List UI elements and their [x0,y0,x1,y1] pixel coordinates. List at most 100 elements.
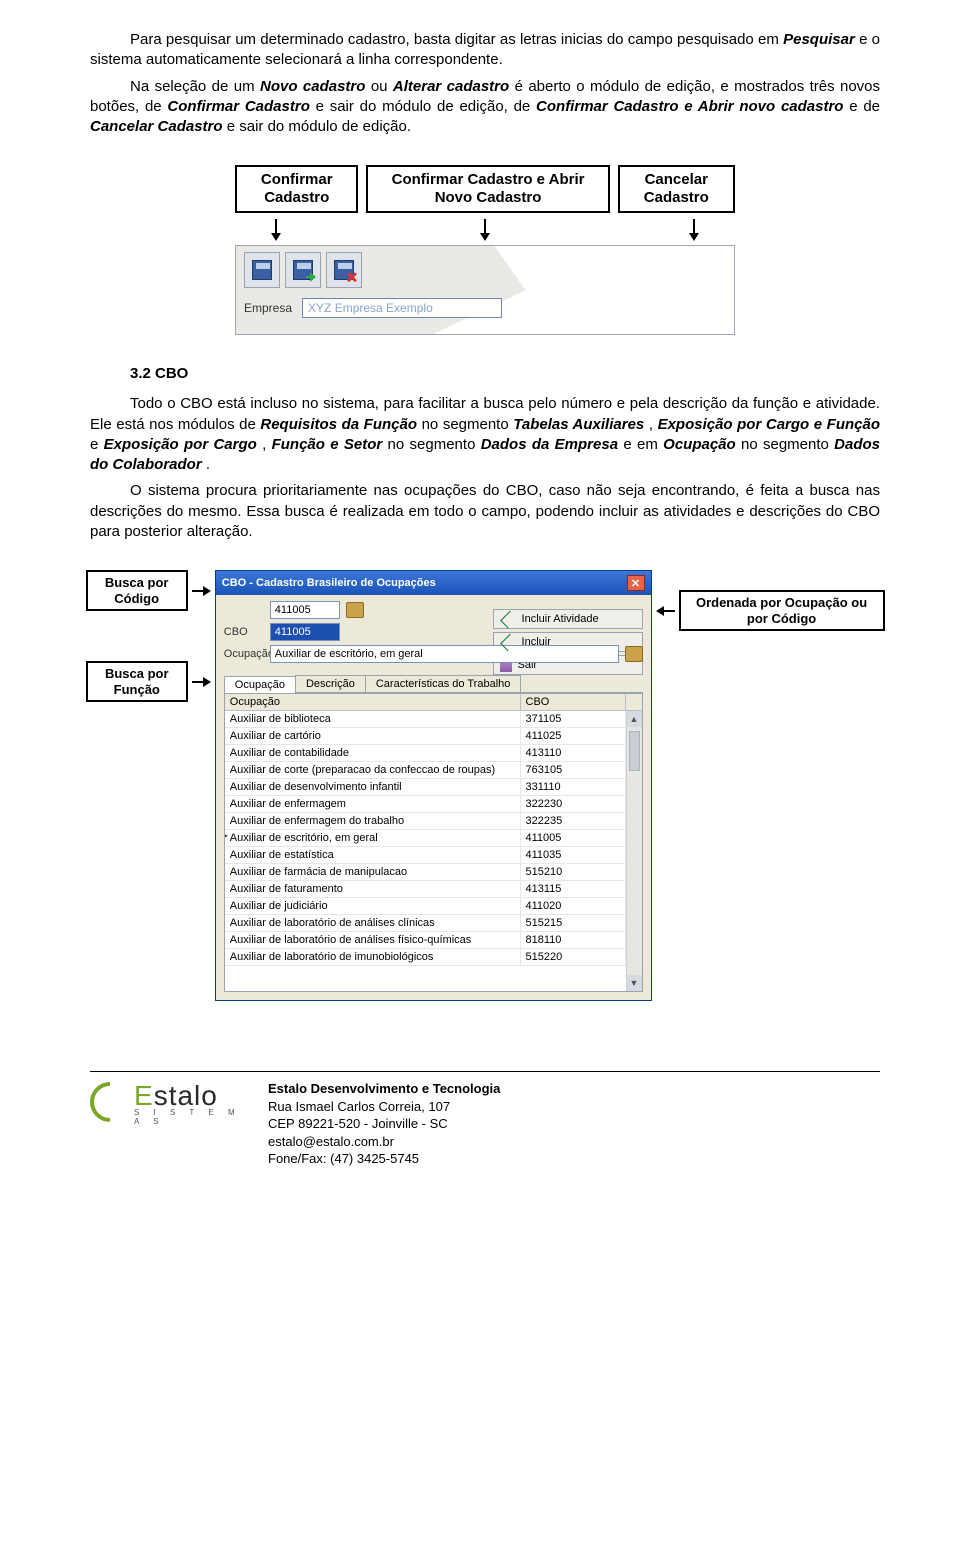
cell-ocupacao: Auxiliar de cartório [225,728,521,744]
arrow-left-icon [658,610,675,612]
cell-cbo: 371105 [521,711,626,727]
column-header-ocupacao[interactable]: Ocupação [225,694,521,710]
column-header-cbo[interactable]: CBO [521,694,626,710]
arrow-right-icon [192,590,209,592]
cell-ocupacao: Auxiliar de laboratório de análises clín… [225,915,521,931]
text: e [90,436,104,453]
paragraph-1: Para pesquisar um determinado cadastro, … [90,30,880,71]
floppy-arrow-icon [293,260,313,280]
tab-caracteristicas[interactable]: Características do Trabalho [365,675,522,692]
empresa-input[interactable] [302,298,502,318]
confirm-save-button[interactable] [244,252,280,288]
term-pesquisar: Pesquisar [783,31,855,48]
cell-ocupacao: Auxiliar de biblioteca [225,711,521,727]
text: . [206,456,210,473]
cell-ocupacao: Auxiliar de enfermagem [225,796,521,812]
term-requisitos-funcao: Requisitos da Função [260,416,417,433]
cell-ocupacao: Auxiliar de estatística [225,847,521,863]
text: ou [371,78,393,95]
logo-subtitle: S I S T E M A S [134,1108,250,1126]
cell-ocupacao: Auxiliar de corte (preparacao da confecc… [225,762,521,778]
cell-cbo: 411035 [521,847,626,863]
cell-cbo: 322235 [521,813,626,829]
text: no segmento [388,436,481,453]
search-code-input[interactable] [270,601,340,619]
figure-cbo-window: Busca por Código Busca por Função CBO - … [90,570,880,1001]
text: no segmento [741,436,834,453]
binoculars-icon[interactable] [625,646,643,662]
tab-ocupacao[interactable]: Ocupação [224,676,296,693]
label-ocupacao: Ocupação [224,648,264,660]
table-row[interactable]: Auxiliar de faturamento413115 [225,881,642,898]
cell-ocupacao: Auxiliar de desenvolvimento infantil [225,779,521,795]
close-button[interactable]: ✕ [627,575,645,591]
field-label-empresa: Empresa [244,301,292,315]
cell-cbo: 515210 [521,864,626,880]
table-row[interactable]: Auxiliar de escritório, em geral411005 [225,830,642,847]
toolbar-illustration: Empresa [235,245,735,335]
footer-address2: CEP 89221-520 - Joinville - SC [268,1115,500,1133]
table-row[interactable]: Auxiliar de enfermagem do trabalho322235 [225,813,642,830]
term-confirmar-abrir-novo: Confirmar Cadastro e Abrir novo cadastro [536,98,843,115]
table-row[interactable]: Auxiliar de corte (preparacao da confecc… [225,762,642,779]
tab-descricao[interactable]: Descrição [295,675,366,692]
footer-email: estalo@estalo.com.br [268,1133,500,1151]
binoculars-icon[interactable] [346,602,364,618]
cell-cbo: 818110 [521,932,626,948]
footer-company: Estalo Desenvolvimento e Tecnologia [268,1080,500,1098]
text: no segmento [422,416,514,433]
table-row[interactable]: Auxiliar de desenvolvimento infantil3311… [225,779,642,796]
confirm-save-new-button[interactable] [285,252,321,288]
term-alterar-cadastro: Alterar cadastro [393,78,509,95]
cell-ocupacao: Auxiliar de judiciário [225,898,521,914]
window-titlebar: CBO - Cadastro Brasileiro de Ocupações ✕ [216,571,651,595]
footer-phone: Fone/Fax: (47) 3425-5745 [268,1150,500,1168]
cbo-window: CBO - Cadastro Brasileiro de Ocupações ✕… [215,570,652,1001]
cbo-code-input[interactable] [270,623,340,641]
text: , [649,416,658,433]
estalo-logo: Estalo S I S T E M A S [90,1080,250,1135]
term-funcao-setor: Função e Setor [272,436,383,453]
table-row[interactable]: Auxiliar de laboratório de análises clín… [225,915,642,932]
scroll-up-icon[interactable]: ▲ [627,711,642,727]
callout-confirmar-cadastro: Confirmar Cadastro [235,165,358,213]
label-cbo: CBO [224,626,264,638]
cancel-button[interactable] [326,252,362,288]
incluir-atividade-button[interactable]: Incluir Atividade [493,609,643,629]
scroll-down-icon[interactable]: ▼ [627,975,642,991]
arrow-down-icon [693,219,695,239]
footer-divider [90,1071,880,1072]
cell-ocupacao: Auxiliar de laboratório de imunobiológic… [225,949,521,965]
table-row[interactable]: Auxiliar de cartório411025 [225,728,642,745]
table-row[interactable]: Auxiliar de farmácia de manipulacao51521… [225,864,642,881]
occupation-grid: Ocupação CBO Auxiliar de biblioteca37110… [224,693,643,992]
term-exp-cargo: Exposição por Cargo [104,436,257,453]
cell-cbo: 763105 [521,762,626,778]
cell-cbo: 411025 [521,728,626,744]
text: e sair do módulo de edição. [227,118,411,135]
scroll-thumb[interactable] [629,731,640,771]
page-footer: Estalo S I S T E M A S Estalo Desenvolvi… [90,1080,880,1168]
table-row[interactable]: Auxiliar de enfermagem322230 [225,796,642,813]
cell-ocupacao: Auxiliar de escritório, em geral [225,830,521,846]
term-dados-empresa: Dados da Empresa [481,436,618,453]
vertical-scrollbar[interactable]: ▲ ▼ [626,711,642,991]
table-row[interactable]: Auxiliar de estatística411035 [225,847,642,864]
cell-cbo: 413110 [521,745,626,761]
ocupacao-input[interactable] [270,645,619,663]
cell-cbo: 331110 [521,779,626,795]
cell-cbo: 322230 [521,796,626,812]
table-row[interactable]: Auxiliar de laboratório de análises físi… [225,932,642,949]
table-row[interactable]: Auxiliar de biblioteca371105 [225,711,642,728]
callout-busca-funcao: Busca por Função [86,661,189,702]
section-heading-cbo: 3.2 CBO [130,365,880,382]
cell-cbo: 411005 [521,830,626,846]
text: , [262,436,271,453]
table-row[interactable]: Auxiliar de judiciário411020 [225,898,642,915]
text: e sair do módulo de edição, de [316,98,536,115]
table-row[interactable]: Auxiliar de laboratório de imunobiológic… [225,949,642,966]
table-row[interactable]: Auxiliar de contabilidade413110 [225,745,642,762]
window-title: CBO - Cadastro Brasileiro de Ocupações [222,577,436,589]
term-tabelas-auxiliares: Tabelas Auxiliares [513,416,644,433]
arrow-down-icon [275,219,277,239]
